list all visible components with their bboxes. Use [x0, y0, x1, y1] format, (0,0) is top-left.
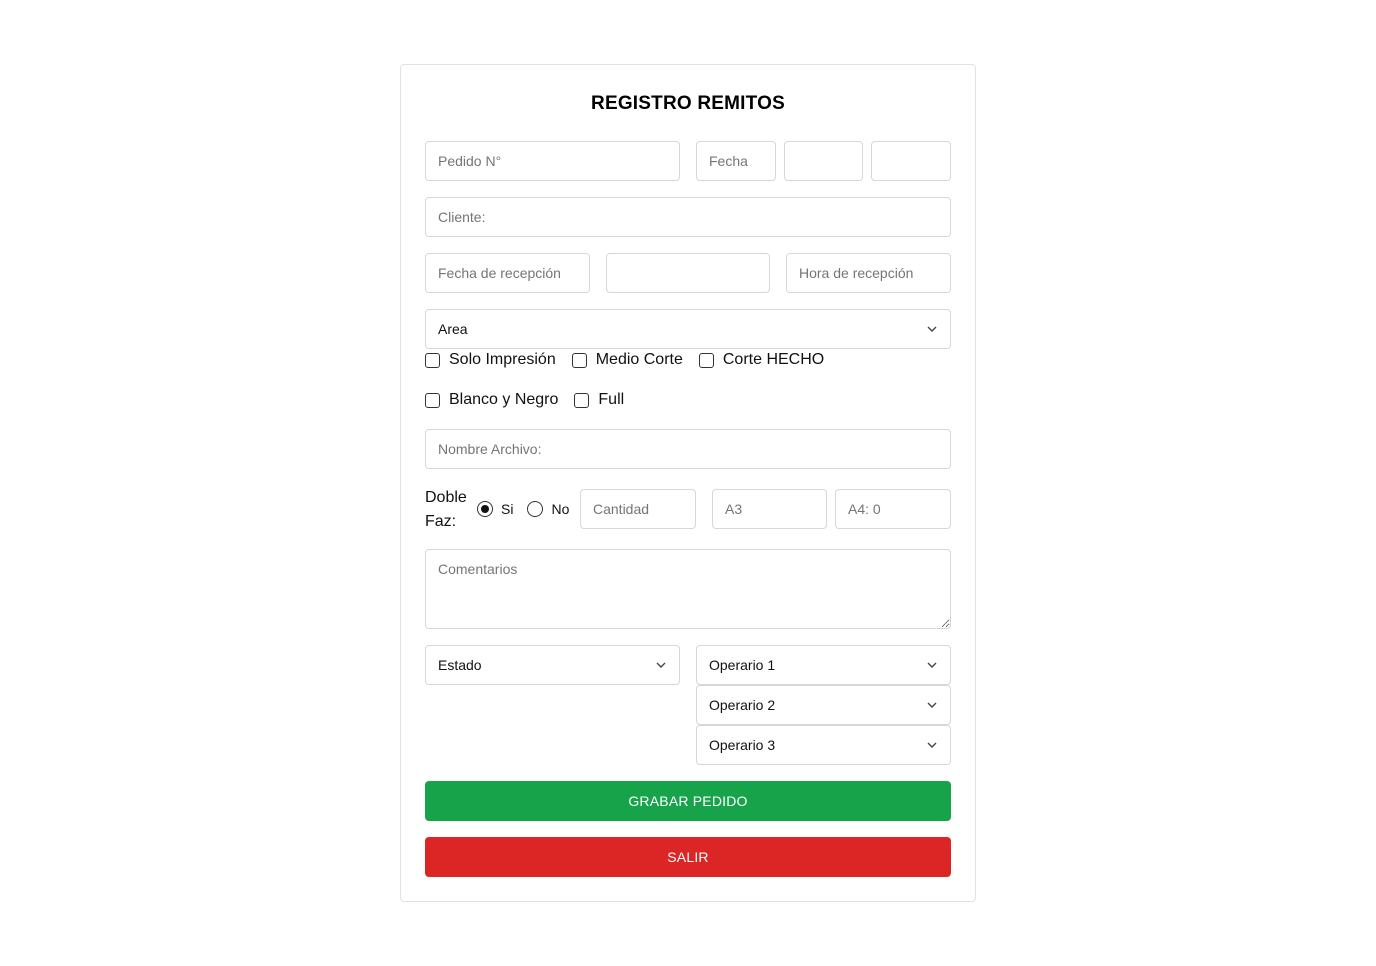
solo-impresion-checkbox[interactable]: Solo Impresión [425, 351, 556, 369]
estado-select-value: Estado [438, 657, 482, 673]
area-select-value: Area [438, 321, 468, 337]
full-checkbox[interactable]: Full [574, 391, 624, 409]
corte-hecho-checkbox[interactable]: Corte HECHO [698, 351, 825, 369]
cliente-input[interactable] [425, 197, 951, 237]
fecha-year-input[interactable] [871, 141, 951, 181]
doble-faz-radio-group: Si No [477, 501, 569, 517]
chevron-down-icon [927, 702, 937, 708]
doble-faz-label-line1: Doble [425, 489, 467, 506]
a4-input[interactable] [835, 489, 951, 529]
solo-impresion-label: Solo Impresión [449, 351, 556, 368]
medio-corte-label: Medio Corte [595, 351, 683, 368]
cantidad-input[interactable] [580, 489, 696, 529]
operario2-select-value: Operario 2 [709, 697, 776, 713]
doble-faz-label-line2: Faz: [425, 513, 457, 530]
salir-button[interactable]: SALIR [425, 837, 951, 877]
fecha-recepcion-input[interactable] [425, 253, 590, 293]
estado-select[interactable]: Estado [425, 645, 680, 685]
fecha-recepcion-extra-input[interactable] [606, 253, 770, 293]
operario1-select-value: Operario 1 [709, 657, 776, 673]
radio-si-label: Si [501, 501, 514, 517]
radio-no-circle[interactable] [527, 501, 544, 517]
checkbox-box[interactable] [425, 392, 440, 408]
chevron-down-icon [927, 742, 937, 748]
checkbox-box[interactable] [574, 392, 590, 408]
fecha-input[interactable] [696, 141, 776, 181]
radio-no-label: No [551, 501, 570, 517]
corte-hecho-label: Corte HECHO [722, 351, 825, 368]
radio-no[interactable]: No [527, 501, 569, 517]
a3-input[interactable] [712, 489, 827, 529]
nombre-archivo-input[interactable] [425, 429, 951, 469]
chevron-down-icon [656, 662, 666, 668]
operario3-select-value: Operario 3 [709, 737, 776, 753]
operario1-select[interactable]: Operario 1 [696, 645, 951, 685]
form-title: REGISTRO REMITOS [591, 93, 785, 114]
medio-corte-checkbox[interactable]: Medio Corte [571, 351, 683, 369]
comentarios-textarea[interactable] [425, 549, 951, 629]
fecha-month-input[interactable] [784, 141, 863, 181]
blanco-negro-checkbox[interactable]: Blanco y Negro [425, 391, 558, 409]
radio-si-circle[interactable] [477, 501, 493, 517]
chevron-down-icon [927, 662, 937, 668]
hora-recepcion-input[interactable] [786, 253, 951, 293]
area-select[interactable]: Area [425, 309, 951, 349]
doble-faz-label: Doble Faz: [425, 486, 467, 534]
checkbox-row-2: Blanco y Negro Full [425, 391, 640, 409]
radio-si[interactable]: Si [477, 501, 513, 517]
checkbox-box[interactable] [698, 352, 714, 368]
grabar-pedido-button[interactable]: GRABAR PEDIDO [425, 781, 951, 821]
checkbox-row-1: Solo Impresión Medio Corte Corte HECHO [425, 351, 840, 369]
pedido-input[interactable] [425, 141, 680, 181]
operario2-select[interactable]: Operario 2 [696, 685, 951, 725]
full-label: Full [598, 391, 625, 408]
registro-remitos-form: REGISTRO REMITOS Area Solo Impresión Med… [400, 64, 976, 902]
blanco-negro-label: Blanco y Negro [449, 391, 559, 408]
checkbox-box[interactable] [425, 352, 440, 368]
chevron-down-icon [927, 326, 937, 332]
operario3-select[interactable]: Operario 3 [696, 725, 951, 765]
checkbox-box[interactable] [571, 352, 587, 368]
